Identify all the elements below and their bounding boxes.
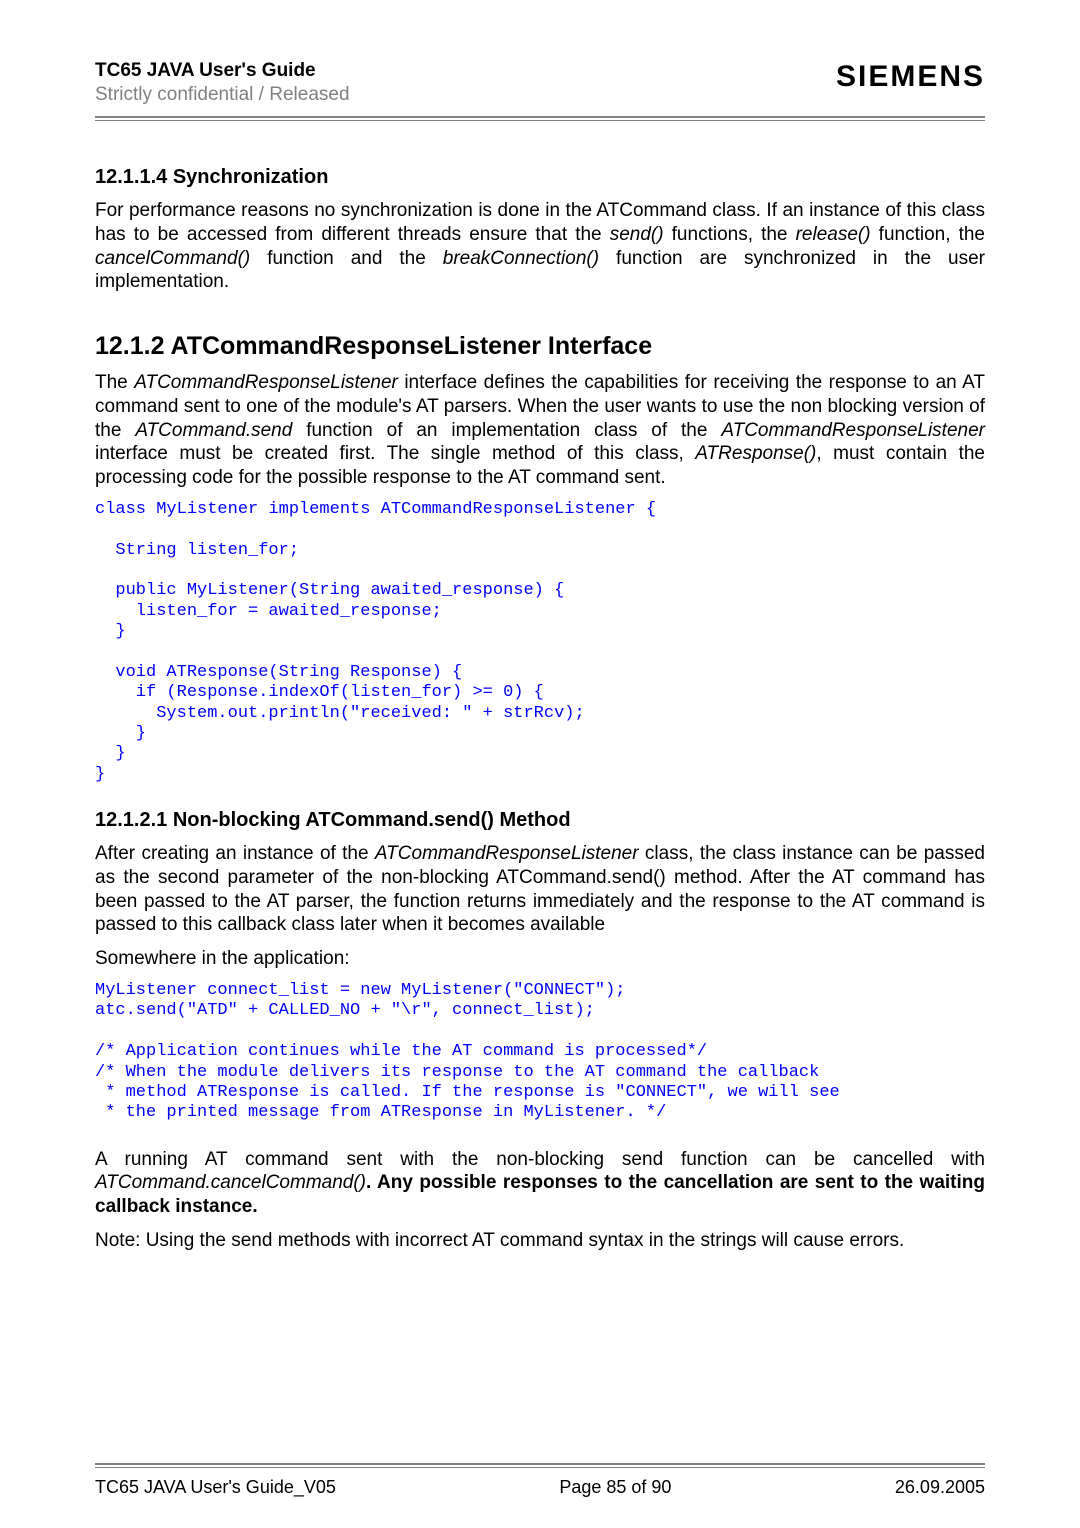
- footer-left: TC65 JAVA User's Guide_V05: [95, 1477, 336, 1498]
- footer-center: Page 85 of 90: [559, 1477, 671, 1498]
- text: function of an implementation class of t…: [292, 420, 721, 441]
- text: After creating an instance of the: [95, 843, 375, 864]
- para-sync: For performance reasons no synchronizati…: [95, 199, 985, 294]
- code-block-mylistener: class MyListener implements ATCommandRes…: [95, 500, 985, 785]
- text: function and the: [250, 248, 443, 269]
- code-release: release(): [796, 224, 871, 245]
- code-listener: ATCommandResponseListener: [134, 372, 398, 393]
- para-listener-intro: The ATCommandResponseListener interface …: [95, 371, 985, 490]
- page-header: TC65 JAVA User's Guide Strictly confiden…: [95, 60, 985, 112]
- para-note: Note: Using the send methods with incorr…: [95, 1229, 985, 1253]
- text: function, the: [871, 224, 985, 245]
- text: The: [95, 372, 134, 393]
- heading-12-1-2-1: 12.1.2.1 Non-blocking ATCommand.send() M…: [95, 809, 985, 832]
- brand-logo: SIEMENS: [836, 60, 985, 94]
- footer-right: 26.09.2005: [895, 1477, 985, 1498]
- doc-subtitle: Strictly confidential / Released: [95, 84, 350, 106]
- code-listener: ATCommandResponseListener: [375, 843, 639, 864]
- code-atcommand-send: ATCommand.send: [135, 420, 292, 441]
- code-send: send(): [610, 224, 664, 245]
- text: functions, the: [664, 224, 796, 245]
- code-cancelcommand: ATCommand.cancelCommand(): [95, 1172, 366, 1193]
- page-footer: TC65 JAVA User's Guide_V05 Page 85 of 90…: [95, 1477, 985, 1498]
- header-left: TC65 JAVA User's Guide Strictly confiden…: [95, 60, 350, 106]
- code-atresponse: ATResponse(): [695, 443, 816, 464]
- code-breakconnection: breakConnection(): [443, 248, 599, 269]
- text: interface must be created first. The sin…: [95, 443, 695, 464]
- code-listener: ATCommandResponseListener: [721, 420, 985, 441]
- code-cancelcommand: cancelCommand(): [95, 248, 250, 269]
- footer-rule: [95, 1463, 985, 1468]
- heading-12-1-2: 12.1.2 ATCommandResponseListener Interfa…: [95, 332, 985, 361]
- para-somewhere: Somewhere in the application:: [95, 947, 985, 971]
- header-rule: [95, 116, 985, 121]
- code-block-usage: MyListener connect_list = new MyListener…: [95, 981, 985, 1124]
- heading-12-1-1-4: 12.1.1.4 Synchronization: [95, 166, 985, 189]
- text: A running AT command sent with the non-b…: [95, 1149, 985, 1170]
- doc-title: TC65 JAVA User's Guide: [95, 60, 350, 82]
- para-cancel: A running AT command sent with the non-b…: [95, 1148, 985, 1219]
- para-nonblocking-intro: After creating an instance of the ATComm…: [95, 842, 985, 937]
